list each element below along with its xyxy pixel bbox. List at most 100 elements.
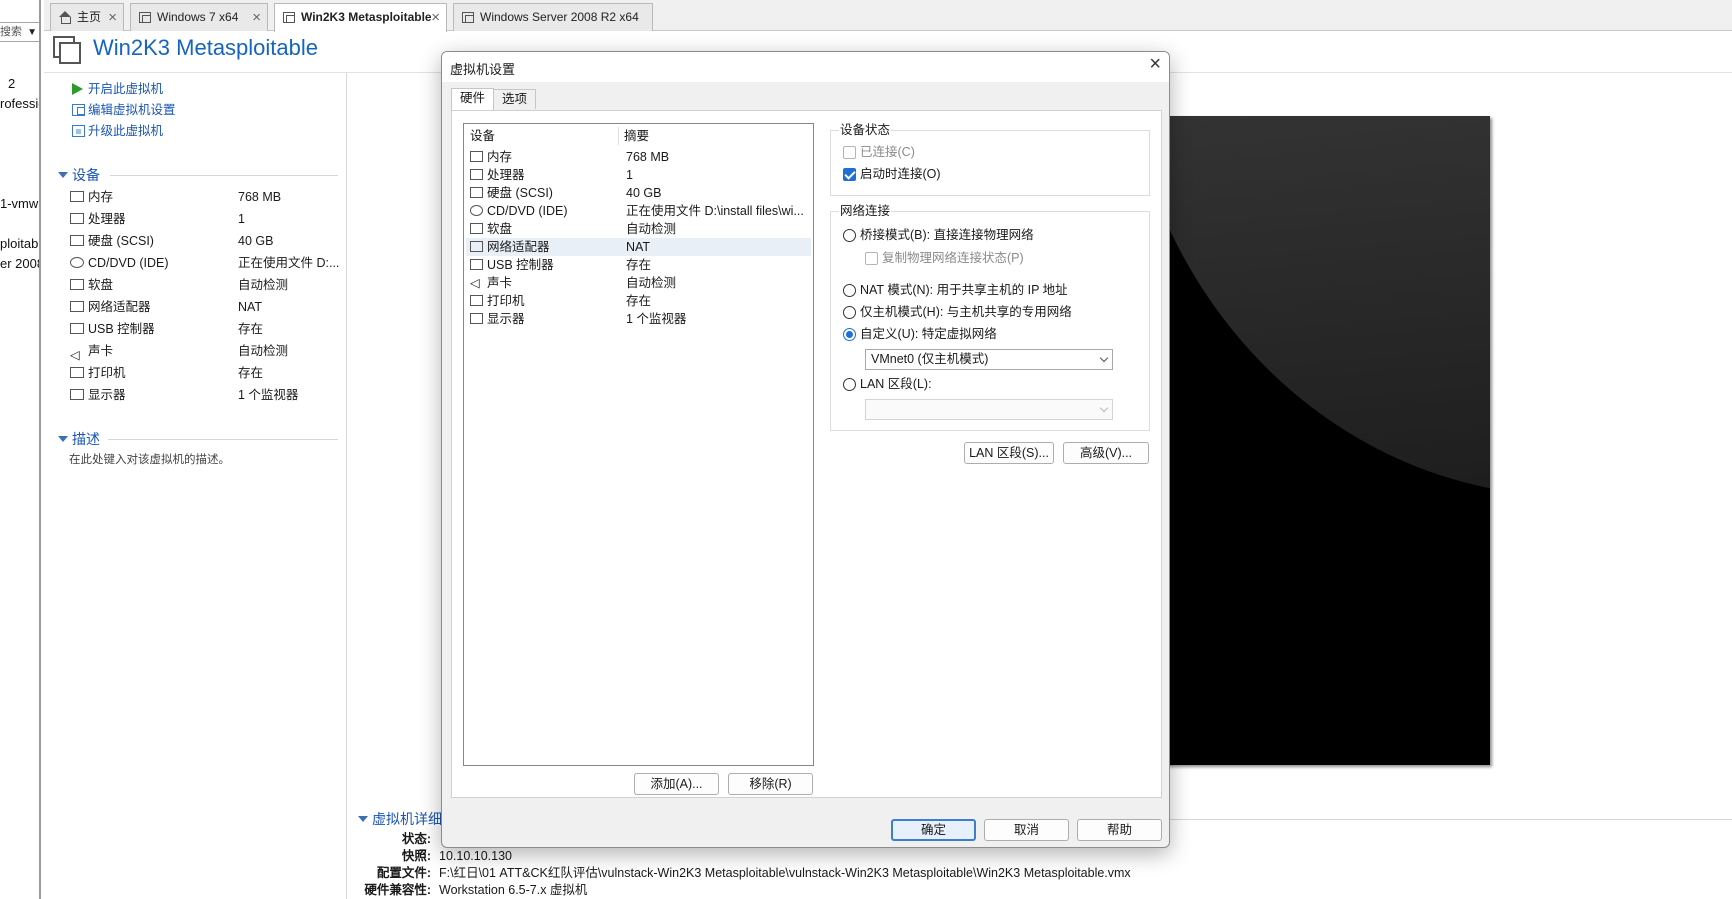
floppy-icon (70, 279, 84, 290)
tab-home[interactable]: 主页 × (50, 3, 124, 31)
description-placeholder[interactable]: 在此处键入对该虚拟机的描述。 (69, 451, 230, 467)
lan-segments-button[interactable]: LAN 区段(S)... (964, 442, 1054, 464)
network-connection-group: 网络连接 桥接模式(B): 直接连接物理网络 复制物理网络连接状态(P) NAT… (830, 203, 1150, 431)
close-icon[interactable]: × (108, 4, 117, 31)
harddisk-icon (70, 235, 84, 246)
close-icon[interactable]: × (252, 4, 261, 31)
column-header-device[interactable]: 设备 (470, 124, 495, 148)
advanced-button[interactable]: 高级(V)... (1063, 442, 1149, 464)
collapse-caret-icon (358, 816, 368, 822)
cpu-icon (470, 169, 483, 180)
table-row-selected[interactable]: 网络适配器 NAT (466, 238, 811, 256)
library-item[interactable]: 1-vmw (0, 196, 38, 211)
play-icon (72, 83, 83, 95)
table-row[interactable]: 硬盘 (SCSI) 40 GB (466, 184, 811, 202)
usb-icon (470, 259, 483, 270)
custom-network-select[interactable]: VMnet0 (仅主机模式) (865, 349, 1113, 370)
tab-win2k3[interactable]: Win2K3 Metasploitable × (274, 3, 447, 32)
lan-segment-select[interactable] (865, 399, 1113, 420)
remove-device-button[interactable]: 移除(R) (728, 773, 813, 795)
detail-config-file: 配置文件: F:\红日\01 ATT&CK红队评估\vulnstack-Win2… (376, 866, 1131, 880)
display-icon (470, 313, 483, 324)
library-item[interactable]: 2 (8, 76, 15, 91)
page-title: Win2K3 Metasploitable (93, 35, 319, 60)
upgrade-link[interactable]: 升级此虚拟机 (70, 121, 163, 141)
device-row-display[interactable]: 显示器 1 个监视器 (70, 385, 340, 405)
chevron-down-icon[interactable]: ▼ (27, 24, 37, 41)
column-header-summary[interactable]: 摘要 (624, 124, 649, 148)
library-item[interactable]: er 2008 (0, 256, 39, 271)
device-row-printer[interactable]: 打印机 存在 (70, 363, 340, 383)
close-icon[interactable]: × (431, 4, 440, 31)
sound-icon: ◁ (470, 276, 480, 290)
harddisk-icon (470, 187, 483, 198)
device-row-sound[interactable]: ◁ 声卡 自动检测 (70, 341, 340, 362)
lan-segment-radio[interactable]: LAN 区段(L): (843, 375, 932, 393)
network-icon (470, 241, 483, 252)
library-panel: 搜索 ▼ 2 rofessio 1-vmw ploitab er 2008 (0, 0, 41, 899)
divider (108, 439, 338, 440)
ok-button[interactable]: 确定 (891, 819, 976, 841)
library-item[interactable]: rofessio (0, 96, 39, 111)
table-row[interactable]: 打印机 存在 (466, 292, 811, 310)
memory-icon (470, 151, 483, 162)
usb-icon (70, 323, 84, 334)
memory-icon (70, 191, 84, 202)
vm-icon (462, 12, 474, 23)
device-row-network[interactable]: 网络适配器 NAT (70, 297, 340, 317)
library-search-placeholder: 搜索 (0, 26, 22, 38)
cancel-button[interactable]: 取消 (984, 819, 1069, 841)
vm-console-preview[interactable] (1160, 116, 1490, 765)
vm-settings-dialog: 虚拟机设置 × 硬件 选项 设备 摘要 内存 768 MB 处理器 1 硬盘 (… (441, 51, 1170, 848)
custom-radio[interactable]: 自定义(U): 特定虚拟网络 (843, 325, 997, 343)
devices-section-toggle[interactable]: 设备 (58, 166, 100, 184)
close-icon[interactable]: × (1149, 53, 1161, 76)
table-row[interactable]: 处理器 1 (466, 166, 811, 184)
replicate-physical-state-checkbox[interactable]: 复制物理网络连接状态(P) (865, 249, 1024, 267)
tab-hardware[interactable]: 硬件 (451, 88, 495, 110)
divider (346, 73, 347, 899)
table-row[interactable]: 软盘 自动检测 (466, 220, 811, 238)
home-icon (59, 11, 71, 24)
edit-settings-link[interactable]: 编辑虚拟机设置 (70, 100, 176, 120)
collapse-caret-icon (58, 436, 68, 442)
dialog-titlebar[interactable]: 虚拟机设置 × (442, 52, 1169, 82)
library-item[interactable]: ploitab (0, 236, 38, 251)
cpu-icon (70, 213, 84, 224)
device-table[interactable]: 设备 摘要 内存 768 MB 处理器 1 硬盘 (SCSI) 40 GB CD… (463, 123, 814, 766)
power-on-link[interactable]: 开启此虚拟机 (70, 79, 163, 99)
device-row-memory[interactable]: 内存 768 MB (70, 187, 340, 207)
library-search[interactable]: 搜索 ▼ (0, 22, 39, 42)
nat-radio[interactable]: NAT 模式(N): 用于共享主机的 IP 地址 (843, 281, 1068, 299)
tab-options[interactable]: 选项 (493, 89, 537, 109)
description-section-toggle[interactable]: 描述 (58, 430, 100, 448)
tab-windows7[interactable]: Windows 7 x64 × (130, 3, 268, 31)
display-icon (70, 389, 84, 400)
help-button[interactable]: 帮助 (1077, 819, 1162, 841)
bridged-radio[interactable]: 桥接模式(B): 直接连接物理网络 (843, 226, 1034, 244)
network-connection-title: 网络连接 (839, 203, 892, 219)
tab-winserver2008[interactable]: Windows Server 2008 R2 x64 (453, 3, 653, 31)
device-row-cdrom[interactable]: CD/DVD (IDE) 正在使用文件 D:... (70, 253, 340, 273)
vm-icon (53, 36, 81, 64)
network-icon (70, 301, 84, 312)
detail-snapshot: 快照: 10.10.10.130 (401, 849, 512, 863)
table-row[interactable]: 显示器 1 个监视器 (466, 310, 811, 328)
dialog-title: 虚拟机设置 (450, 62, 516, 77)
add-device-button[interactable]: 添加(A)... (634, 773, 719, 795)
printer-icon (70, 367, 84, 378)
table-row[interactable]: USB 控制器 存在 (466, 256, 811, 274)
device-row-floppy[interactable]: 软盘 自动检测 (70, 275, 340, 295)
floppy-icon (470, 223, 483, 234)
table-row[interactable]: CD/DVD (IDE) 正在使用文件 D:\install files\wi.… (466, 202, 811, 220)
upgrade-icon (72, 125, 85, 137)
device-row-usb[interactable]: USB 控制器 存在 (70, 319, 340, 339)
device-row-cpu[interactable]: 处理器 1 (70, 209, 340, 229)
table-row[interactable]: ◁ 声卡 自动检测 (466, 274, 811, 292)
connected-checkbox[interactable]: 已连接(C) (843, 143, 915, 161)
table-row[interactable]: 内存 768 MB (466, 148, 811, 166)
device-status-group: 设备状态 已连接(C) 启动时连接(O) (830, 122, 1150, 196)
device-row-harddisk[interactable]: 硬盘 (SCSI) 40 GB (70, 231, 340, 251)
connect-at-power-on-checkbox[interactable]: 启动时连接(O) (843, 165, 941, 183)
host-only-radio[interactable]: 仅主机模式(H): 与主机共享的专用网络 (843, 303, 1072, 321)
